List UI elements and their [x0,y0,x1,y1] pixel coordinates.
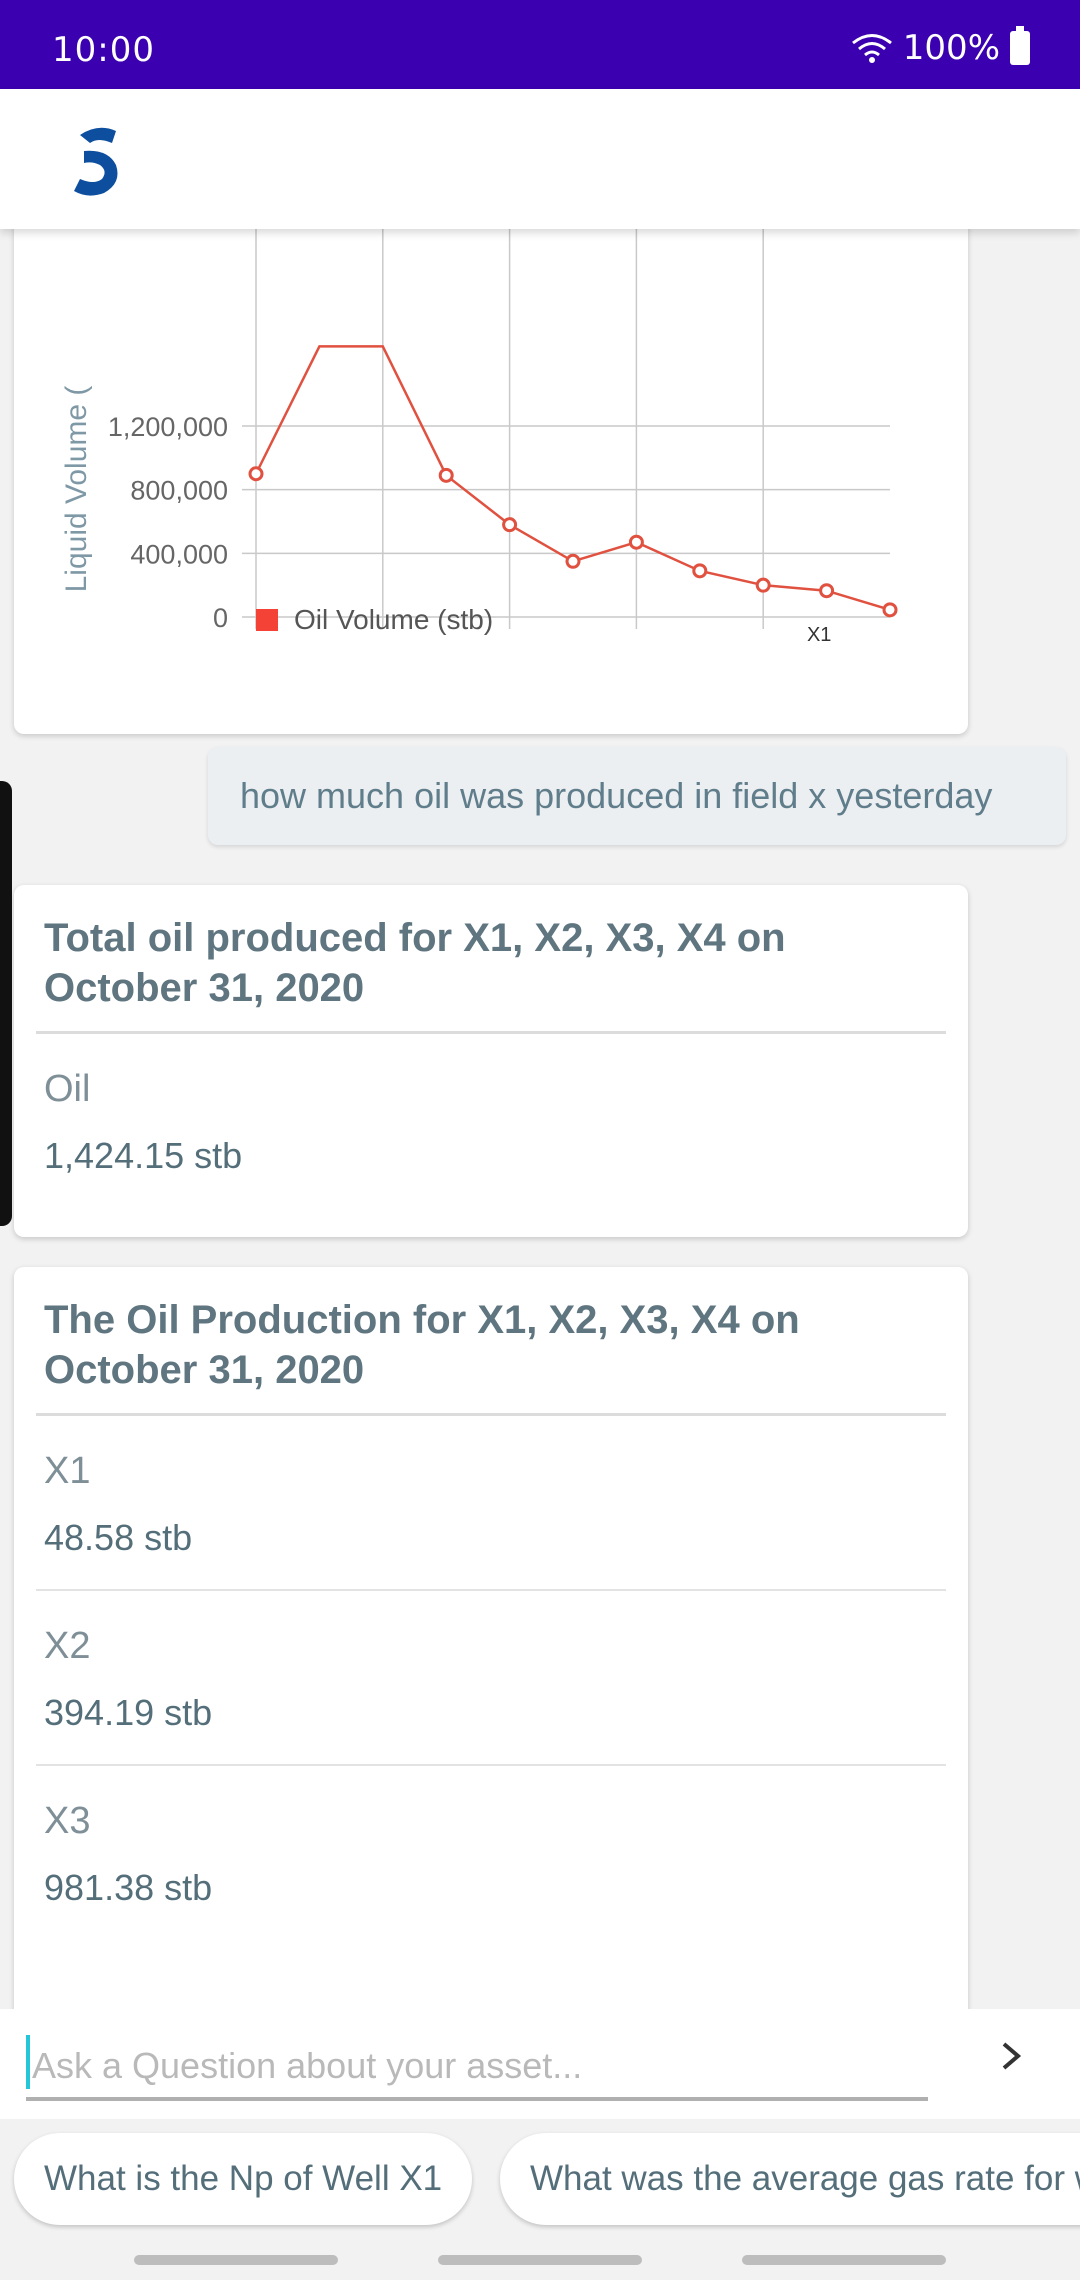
legend-swatch [256,609,278,631]
chart-grid [242,229,890,629]
y-tick-label: 400,000 [130,539,228,569]
data-point[interactable] [502,517,518,533]
chevron-right-icon [1002,2042,1022,2070]
data-point[interactable] [819,583,835,599]
status-icons: 100% [851,26,1030,68]
status-bar: 10:00 100% [0,0,1080,89]
data-point[interactable] [438,467,454,483]
y-tick-label: 800,000 [130,476,228,506]
user-message-bubble: how much oil was produced in field x yes… [208,747,1066,845]
oil-label: Oil [44,1068,91,1110]
chart-y-axis-label: Liquid Volume ( [60,386,93,593]
well-label: X1 [44,1450,91,1492]
production-row: X3 981.38 stb [14,1766,968,1939]
suggestion-chips: What is the Np of Well X1 What was the a… [0,2119,1080,2249]
chart-series [248,345,898,618]
suggestion-chip[interactable]: What was the average gas rate for well X… [500,2133,1080,2225]
nav-pill[interactable] [438,2255,642,2265]
card-title: Total oil produced for X1, X2, X3, X4 on… [44,916,786,1010]
card-title: The Oil Production for X1, X2, X3, X4 on… [44,1298,800,1392]
oil-volume-chart: 1,200,000 800,000 400,000 0 Liquid Volume (… [60,229,898,646]
chart-y-ticks: 1,200,000 800,000 400,000 0 [108,412,228,633]
chart-x-ticks: X1 [807,624,831,646]
chart-card: 1,200,000 800,000 400,000 0 Liquid Volume (… [14,229,968,734]
battery-icon [1010,26,1030,65]
well-value: 981.38 stb [44,1867,213,1908]
data-point[interactable] [755,577,771,593]
data-point[interactable] [248,466,264,482]
oil-production-card: The Oil Production for X1, X2, X3, X4 on… [14,1267,968,2009]
oil-value: 1,424.15 stb [44,1135,243,1176]
y-tick-label: 0 [213,603,228,633]
series-line [254,345,891,612]
chart-legend: Oil Volume (stb) [256,604,493,635]
well-value: 48.58 stb [44,1517,193,1558]
well-label: X2 [44,1625,91,1667]
y-tick-label: 1,200,000 [108,412,228,442]
data-point[interactable] [692,563,708,579]
status-time: 10:00 [52,30,155,70]
question-input[interactable]: Ask a Question about your asset... [26,2037,928,2101]
conversation-area[interactable]: 1,200,000 800,000 400,000 0 Liquid Volume (… [0,229,1080,2009]
wifi-icon [851,34,892,63]
app-header [0,89,1080,229]
nav-pill[interactable] [742,2255,946,2265]
question-input-bar: Ask a Question about your asset... [0,2009,1080,2119]
battery-percent: 100% [902,28,1000,68]
data-point[interactable] [882,602,898,618]
text-caret [26,2035,30,2089]
x-tick-label: X1 [807,624,831,646]
side-edge-handle[interactable] [0,781,12,1226]
send-button[interactable] [986,2036,1036,2086]
nav-pill[interactable] [134,2255,338,2265]
data-point[interactable] [565,553,581,569]
well-label: X3 [44,1800,91,1842]
production-row: X1 48.58 stb [14,1416,968,1589]
production-row: X2 394.19 stb [14,1591,968,1764]
data-point[interactable] [628,534,644,550]
suggestion-chip[interactable]: What is the Np of Well X1 [14,2133,472,2225]
system-nav-bar [0,2249,1080,2280]
app-logo-icon [74,127,118,196]
total-oil-card: Total oil produced for X1, X2, X3, X4 on… [14,885,968,1237]
legend-label: Oil Volume (stb) [294,604,493,635]
well-value: 394.19 stb [44,1692,213,1733]
